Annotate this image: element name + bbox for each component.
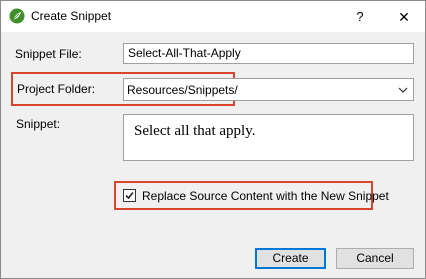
replace-source-label[interactable]: Replace Source Content with the New Snip… xyxy=(142,189,389,203)
replace-source-checkbox[interactable] xyxy=(123,189,136,202)
create-snippet-dialog: Create Snippet ? ✕ Snippet File: Select-… xyxy=(0,0,426,279)
snippet-label: Snippet: xyxy=(16,117,61,131)
checkmark-icon xyxy=(125,191,134,200)
snippet-file-label: Snippet File: xyxy=(15,47,82,61)
project-folder-select[interactable]: Resources/Snippets/ xyxy=(123,78,414,101)
project-folder-label: Project Folder: xyxy=(17,82,96,96)
app-leaf-icon xyxy=(9,8,25,24)
create-button[interactable]: Create xyxy=(255,248,326,269)
cancel-button[interactable]: Cancel xyxy=(336,248,414,269)
chevron-down-icon[interactable] xyxy=(397,84,409,96)
project-folder-value: Resources/Snippets/ xyxy=(127,83,238,97)
window-title: Create Snippet xyxy=(31,9,112,23)
close-button[interactable]: ✕ xyxy=(389,5,419,29)
snippet-file-input[interactable]: Select-All-That-Apply xyxy=(123,43,414,64)
help-button[interactable]: ? xyxy=(345,5,375,29)
title-bar: Create Snippet ? ✕ xyxy=(1,1,425,32)
snippet-textarea[interactable]: Select all that apply. xyxy=(123,114,414,161)
